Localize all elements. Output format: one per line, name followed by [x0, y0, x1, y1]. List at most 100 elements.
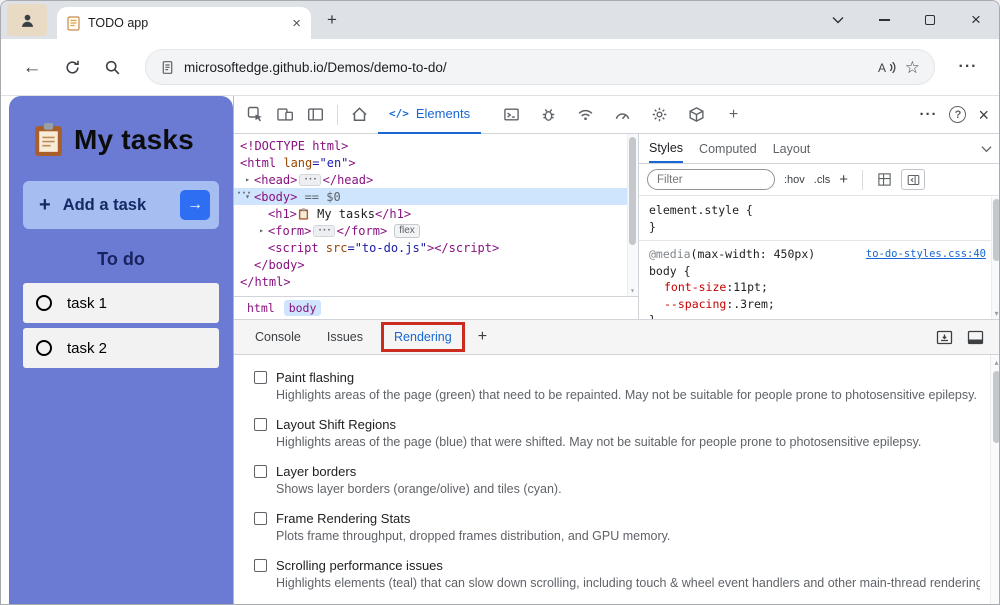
dom-line[interactable]: ▸<head>···</head>	[234, 171, 638, 188]
computed-sidebar-toggle-icon[interactable]	[901, 169, 925, 190]
option-label[interactable]: Layer borders	[276, 464, 356, 479]
expand-drawer-icon[interactable]	[967, 330, 984, 345]
expand-arrow-icon[interactable]: ▸	[255, 226, 268, 235]
more-tools-add-button[interactable]: +	[720, 101, 747, 128]
styles-scrollbar[interactable]: ▾	[991, 197, 1000, 319]
address-bar[interactable]: microsoftedge.github.io/Demos/demo-to-do…	[145, 49, 935, 85]
welcome-home-tab[interactable]	[346, 101, 373, 128]
node-menu-icon[interactable]: ···	[236, 188, 251, 199]
maximize-button[interactable]	[907, 1, 953, 39]
expand-arrow-icon[interactable]: ▸	[241, 175, 254, 184]
option-label[interactable]: Layout Shift Regions	[276, 417, 396, 432]
paint-flashing-checkbox[interactable]	[254, 371, 267, 384]
breadcrumb-html[interactable]: html	[242, 300, 280, 316]
new-tab-button[interactable]: +	[321, 9, 343, 31]
minimize-button[interactable]	[861, 1, 907, 39]
dom-line[interactable]: <!DOCTYPE html>	[234, 137, 638, 154]
dom-line[interactable]: <script src="to-do.js"></script>	[234, 239, 638, 256]
todo-section-heading: To do	[9, 249, 233, 270]
browser-tab[interactable]: TODO app ×	[57, 7, 311, 39]
hover-state-toggle[interactable]: :hov	[784, 174, 805, 186]
add-task-button[interactable]: + Add a task →	[23, 181, 219, 229]
scroll-up-icon[interactable]: ▴	[991, 358, 1000, 367]
css-property-line[interactable]: font-size: 11pt;	[649, 279, 1000, 296]
profile-button[interactable]	[7, 4, 47, 36]
console-tool-button[interactable]	[498, 101, 525, 128]
css-property-line[interactable]: --spacing: .3rem;	[649, 296, 1000, 313]
toggle-activity-bar-button[interactable]	[302, 101, 329, 128]
submit-arrow-icon[interactable]: →	[180, 190, 210, 220]
settings-gear-button[interactable]	[646, 101, 673, 128]
collapsed-ellipsis-button[interactable]: ···	[313, 225, 334, 237]
scroll-down-icon[interactable]: ▾	[991, 309, 1000, 318]
devtools-help-button[interactable]: ?	[949, 106, 966, 123]
dom-line-selected[interactable]: ···▾<body> == $0	[234, 188, 638, 205]
dom-line[interactable]: </body>	[234, 256, 638, 273]
tab-layout[interactable]: Layout	[773, 134, 811, 163]
class-toggle[interactable]: .cls	[814, 174, 831, 186]
rule-line[interactable]: body {	[649, 263, 1000, 280]
favorites-star-button[interactable]: ☆	[905, 59, 920, 76]
rule-line[interactable]: }	[649, 312, 1000, 319]
collapsed-ellipsis-button[interactable]: ···	[299, 174, 320, 186]
add-drawer-tab-button[interactable]: +	[470, 328, 495, 346]
dock-drawer-icon[interactable]	[936, 330, 953, 345]
tab-styles[interactable]: Styles	[649, 134, 683, 163]
layer-borders-checkbox[interactable]	[254, 465, 267, 478]
chevron-down-icon[interactable]	[981, 134, 992, 163]
network-wifi-button[interactable]	[572, 101, 599, 128]
rule-line[interactable]: element.style {	[649, 202, 1000, 219]
window-menu-chevron-button[interactable]	[815, 1, 861, 39]
breadcrumb-body[interactable]: body	[284, 300, 322, 316]
new-style-rule-button[interactable]: +	[839, 171, 848, 188]
task-row[interactable]: task 2	[23, 328, 219, 368]
scrollbar-thumb[interactable]	[993, 199, 1000, 261]
search-button[interactable]	[95, 50, 129, 84]
dom-line[interactable]: ▸<form>···</form>flex	[234, 222, 638, 239]
dom-line[interactable]: <h1> My tasks</h1>	[234, 205, 638, 222]
devtools-panel: </> Elements	[233, 96, 1000, 605]
scroll-down-icon[interactable]: ▾	[627, 286, 638, 295]
performance-gauge-button[interactable]	[609, 101, 636, 128]
style-filter-input[interactable]	[647, 169, 775, 190]
inspect-element-button[interactable]	[242, 101, 269, 128]
media-rule-line[interactable]: @media (max-width: 450px)to-do-styles.cs…	[649, 246, 1000, 263]
application-tool-button[interactable]	[683, 101, 710, 128]
rule-line[interactable]: }	[649, 219, 1000, 236]
dom-line[interactable]: </html>	[234, 273, 638, 290]
refresh-button[interactable]	[55, 50, 89, 84]
device-emulation-button[interactable]	[272, 101, 299, 128]
stylesheet-link[interactable]: to-do-styles.css:40	[866, 246, 1000, 263]
tab-close-button[interactable]: ×	[292, 16, 301, 31]
option-label[interactable]: Scrolling performance issues	[276, 558, 443, 573]
scrollbar-thumb[interactable]	[629, 137, 636, 245]
scrolling-performance-checkbox[interactable]	[254, 559, 267, 572]
tab-rendering[interactable]: Rendering	[394, 330, 452, 344]
layout-shift-regions-checkbox[interactable]	[254, 418, 267, 431]
tab-console[interactable]: Console	[242, 330, 314, 344]
dom-scrollbar[interactable]: ▾	[627, 134, 638, 296]
task-checkbox[interactable]	[36, 340, 52, 356]
task-row[interactable]: task 1	[23, 283, 219, 323]
option-label[interactable]: Frame Rendering Stats	[276, 511, 410, 526]
back-button[interactable]: ←	[15, 50, 49, 84]
elements-tab[interactable]: </> Elements	[378, 96, 481, 134]
flex-badge[interactable]: flex	[394, 224, 420, 238]
site-info-icon[interactable]	[160, 60, 175, 75]
option-label[interactable]: Paint flashing	[276, 370, 354, 385]
devtools-menu-button[interactable]: ···	[919, 106, 937, 123]
url-text[interactable]: microsoftedge.github.io/Demos/demo-to-do…	[184, 60, 868, 75]
drawer-scrollbar[interactable]: ▴	[990, 355, 1000, 605]
devtools-close-button[interactable]: ×	[978, 106, 989, 124]
dom-line[interactable]: <html lang="en">	[234, 154, 638, 171]
tab-issues[interactable]: Issues	[314, 330, 376, 344]
window-close-button[interactable]: ×	[953, 1, 999, 39]
task-checkbox[interactable]	[36, 295, 52, 311]
frame-rendering-stats-checkbox[interactable]	[254, 512, 267, 525]
scrollbar-thumb[interactable]	[993, 371, 1000, 443]
browser-menu-button[interactable]: ···	[951, 50, 985, 84]
debugger-bug-button[interactable]	[535, 101, 562, 128]
read-aloud-button[interactable]: A	[877, 60, 896, 75]
grid-overlay-icon[interactable]	[877, 172, 892, 187]
tab-computed[interactable]: Computed	[699, 134, 757, 163]
